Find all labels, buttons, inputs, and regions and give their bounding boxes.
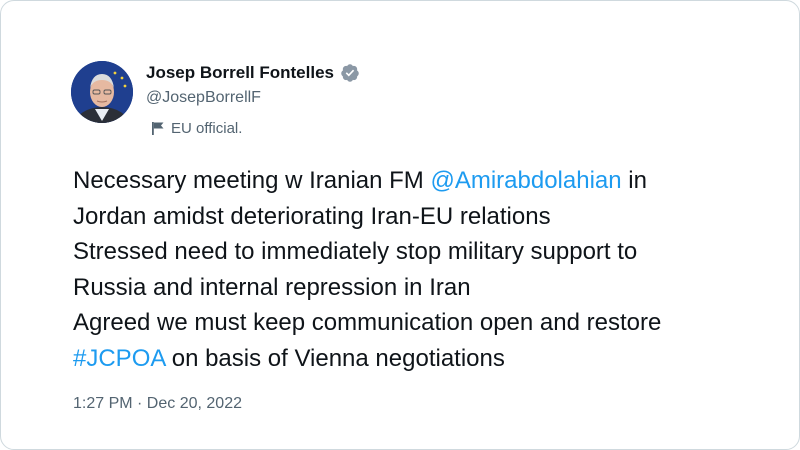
tweet-text-segment: in [621,167,647,194]
handle[interactable]: @JosepBorrellF [146,89,261,107]
flag-icon [151,121,165,136]
hashtag-link[interactable]: #JCPOA [73,345,165,372]
mention-link[interactable]: @Amirabdolahian [430,167,621,194]
tweet-timestamp[interactable]: 1:27 PM · Dec 20, 2022 [73,395,242,413]
name-row: Josep Borrell Fontelles [146,63,360,83]
tweet-line: Jordan amidst deteriorating Iran-EU rela… [73,202,551,230]
tweet-text: Necessary meeting w Iranian FM @Amirabdo… [73,163,783,376]
avatar-image [71,61,133,123]
tweet-line: Agreed we must keep communication open a… [73,309,662,336]
tweet-card: Josep Borrell Fontelles @JosepBorrellF E… [0,0,800,450]
tweet-text-segment: Necessary meeting w Iranian FM [73,167,431,194]
tweet-line: Russia and internal repression in Iran [73,273,471,301]
avatar[interactable] [71,61,133,123]
tweet-line: Necessary meeting w Iranian FM @Amirabdo… [73,163,783,199]
tweet-line: #JCPOA on basis of Vienna negotiations [73,341,783,377]
affiliation-text: EU official. [171,120,243,137]
tweet-text-segment: on basis of Vienna negotiations [165,344,505,372]
display-name[interactable]: Josep Borrell Fontelles [146,63,334,83]
affiliation-label: EU official. [151,120,242,137]
verified-badge-icon [340,63,360,83]
tweet-line: Stressed need to immediately stop milita… [73,238,638,265]
